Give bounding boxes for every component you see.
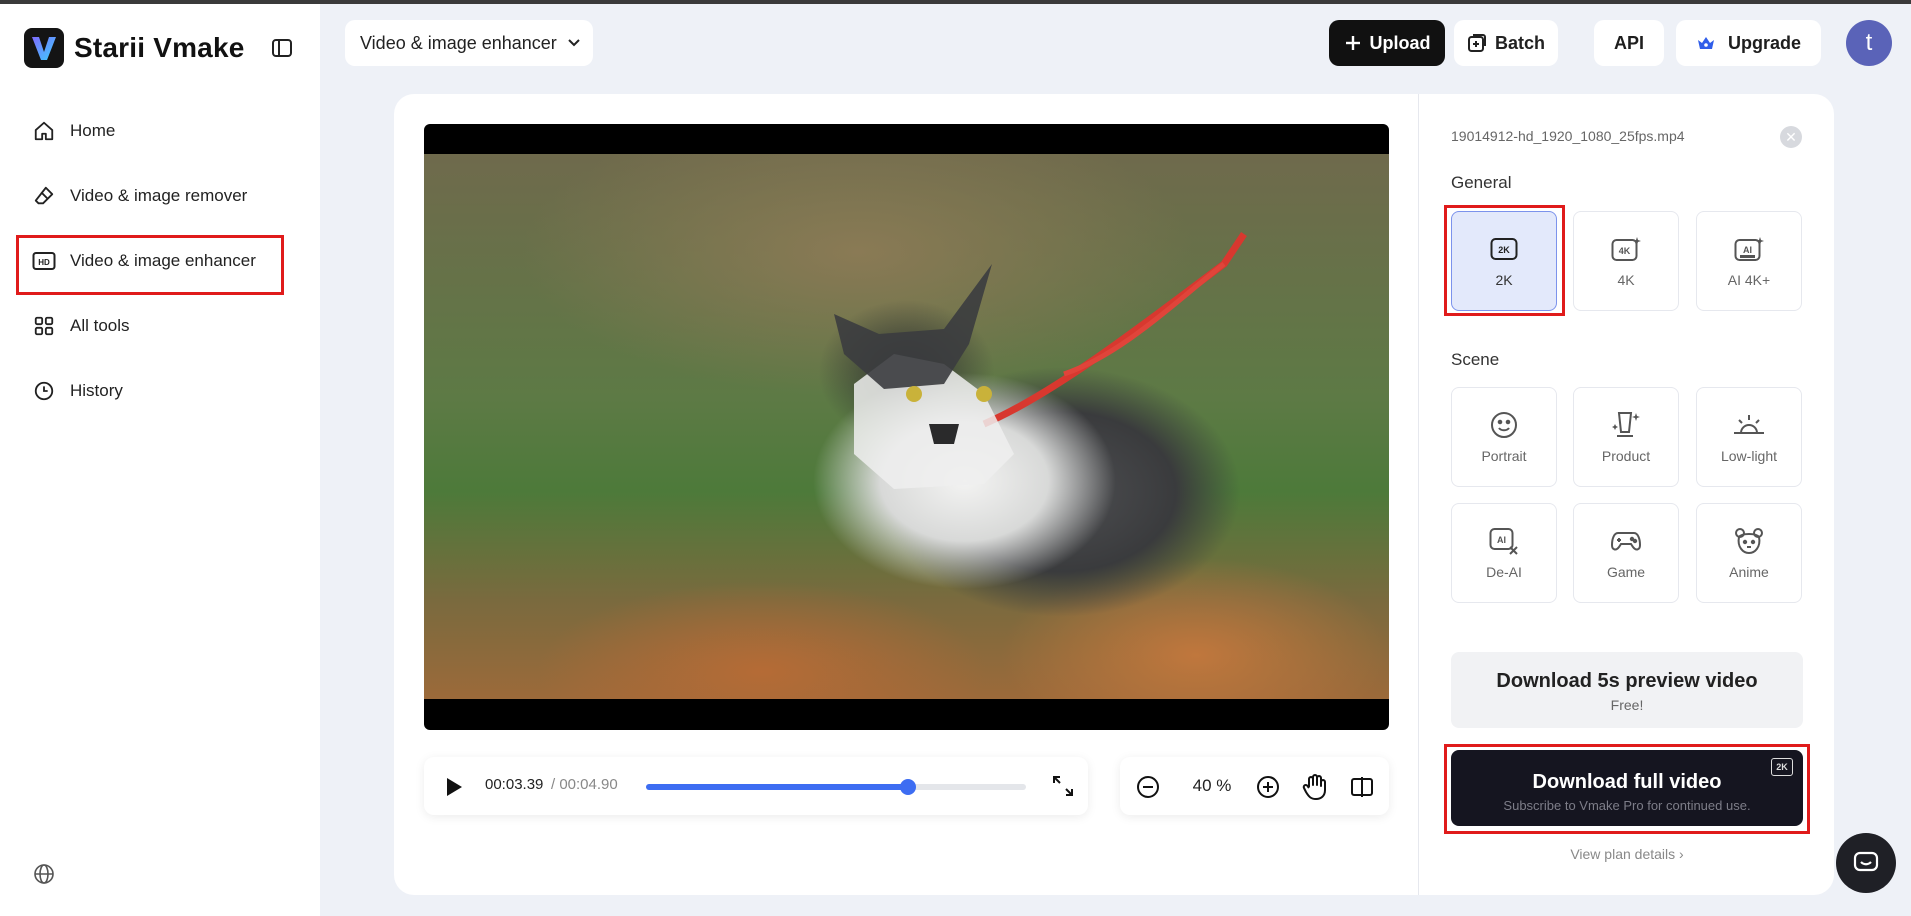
batch-icon	[1467, 33, 1487, 53]
upgrade-label: Upgrade	[1727, 32, 1801, 53]
current-time: 00:03.39	[485, 776, 544, 793]
batch-label: Batch	[1494, 32, 1545, 53]
chevron-down-icon	[567, 33, 581, 54]
brand-name: Starii Vmake	[74, 32, 245, 63]
file-name: 19014912-hd_1920_1080_25fps.mp4	[1451, 128, 1685, 144]
chevron-right-icon: ›	[1679, 846, 1684, 862]
upload-label: Upload	[1369, 32, 1431, 53]
video-frame	[424, 154, 1389, 699]
pan-hand-icon[interactable]	[1302, 773, 1328, 806]
annotation-highlight-enhancer	[16, 235, 284, 295]
option-label: AI 4K+	[1727, 272, 1771, 288]
sidebar-item-all-tools[interactable]: All tools	[32, 306, 130, 346]
video-preview[interactable]	[424, 124, 1389, 730]
vmake-logo-icon	[24, 28, 64, 68]
option-label: De-AI	[1486, 564, 1522, 580]
chat-bubble-icon	[1852, 850, 1880, 876]
option-label: Product	[1601, 448, 1651, 464]
annotation-highlight-2k	[1444, 205, 1565, 316]
eraser-icon	[32, 184, 56, 208]
crown-icon	[1696, 35, 1716, 51]
option-label: Anime	[1729, 564, 1769, 580]
sidebar-toggle-icon[interactable]	[270, 36, 294, 60]
product-icon	[1611, 410, 1641, 440]
svg-text:AI: AI	[1497, 535, 1506, 545]
svg-text:4K: 4K	[1619, 246, 1631, 256]
option-game[interactable]: Game	[1573, 503, 1679, 603]
play-icon[interactable]	[444, 776, 464, 803]
fullscreen-icon[interactable]	[1052, 775, 1074, 802]
panel-divider	[1418, 94, 1419, 895]
option-ai-4k-plus[interactable]: AI AI 4K+	[1696, 211, 1802, 311]
globe-icon[interactable]	[32, 862, 56, 886]
option-low-light[interactable]: Low-light	[1696, 387, 1802, 487]
download-preview-subtitle: Free!	[1610, 697, 1644, 713]
svg-text:AI: AI	[1743, 245, 1752, 255]
clock-icon	[32, 379, 56, 403]
player-controls: 00:03.39 / 00:04.90	[424, 757, 1088, 815]
tool-select-dropdown[interactable]: Video & image enhancer	[345, 20, 593, 66]
sidebar-item-label: History	[70, 381, 123, 400]
annotation-highlight-download	[1444, 744, 1810, 834]
zoom-in-icon[interactable]	[1256, 775, 1280, 804]
gamepad-icon	[1610, 526, 1642, 556]
view-plan-label: View plan details	[1570, 846, 1676, 862]
sidebar: Starii Vmake Home Video & image remover …	[0, 4, 320, 916]
option-label: Game	[1606, 564, 1646, 580]
zoom-level: 40 %	[1192, 776, 1232, 795]
avatar[interactable]: t	[1846, 20, 1892, 66]
chat-support-button[interactable]	[1836, 833, 1896, 893]
option-label: Low-light	[1720, 448, 1778, 464]
option-label: Portrait	[1481, 448, 1527, 464]
api-button[interactable]: API	[1594, 20, 1664, 66]
progress-slider[interactable]	[646, 779, 1026, 795]
api-label: API	[1613, 32, 1644, 53]
upgrade-button[interactable]: Upgrade	[1676, 20, 1821, 66]
option-label: 4K	[1617, 272, 1635, 288]
sidebar-item-remover[interactable]: Video & image remover	[32, 176, 247, 216]
zoom-controls: 40 %	[1120, 757, 1389, 815]
sidebar-item-label: Video & image remover	[70, 186, 248, 205]
scene-section-title: Scene	[1451, 350, 1500, 369]
total-time: / 00:04.90	[551, 776, 618, 793]
sidebar-item-label: Home	[70, 121, 116, 140]
compare-split-icon[interactable]	[1350, 775, 1374, 804]
grid-icon	[32, 314, 56, 338]
option-anime[interactable]: Anime	[1696, 503, 1802, 603]
tool-select-label: Video & image enhancer	[360, 32, 557, 53]
brand[interactable]: Starii Vmake	[24, 26, 245, 70]
sidebar-item-label: All tools	[70, 316, 130, 335]
bear-icon	[1734, 526, 1764, 556]
low-light-icon	[1732, 410, 1766, 440]
zoom-out-icon[interactable]	[1136, 775, 1160, 804]
option-product[interactable]: Product	[1573, 387, 1679, 487]
download-preview-button[interactable]: Download 5s preview video Free!	[1451, 652, 1803, 728]
smiley-icon	[1490, 410, 1518, 440]
progress-handle[interactable]	[900, 779, 917, 795]
general-section-title: General	[1451, 173, 1512, 192]
plus-icon	[1344, 34, 1362, 52]
download-preview-title: Download 5s preview video	[1496, 670, 1758, 692]
close-icon[interactable]: ✕	[1780, 126, 1802, 148]
home-icon	[32, 119, 56, 143]
option-portrait[interactable]: Portrait	[1451, 387, 1557, 487]
progress-fill	[646, 784, 909, 790]
sidebar-item-home[interactable]: Home	[32, 111, 115, 151]
upload-button[interactable]: Upload	[1329, 20, 1445, 66]
4k-icon: 4K	[1611, 234, 1641, 264]
de-ai-icon: AI	[1489, 526, 1519, 556]
option-de-ai[interactable]: AI De-AI	[1451, 503, 1557, 603]
ai-4k-icon: AI	[1734, 234, 1764, 264]
batch-button[interactable]: Batch	[1454, 20, 1558, 66]
option-4k[interactable]: 4K 4K	[1573, 211, 1679, 311]
sidebar-item-history[interactable]: History	[32, 371, 123, 411]
view-plan-link[interactable]: View plan details ›	[1451, 846, 1803, 862]
